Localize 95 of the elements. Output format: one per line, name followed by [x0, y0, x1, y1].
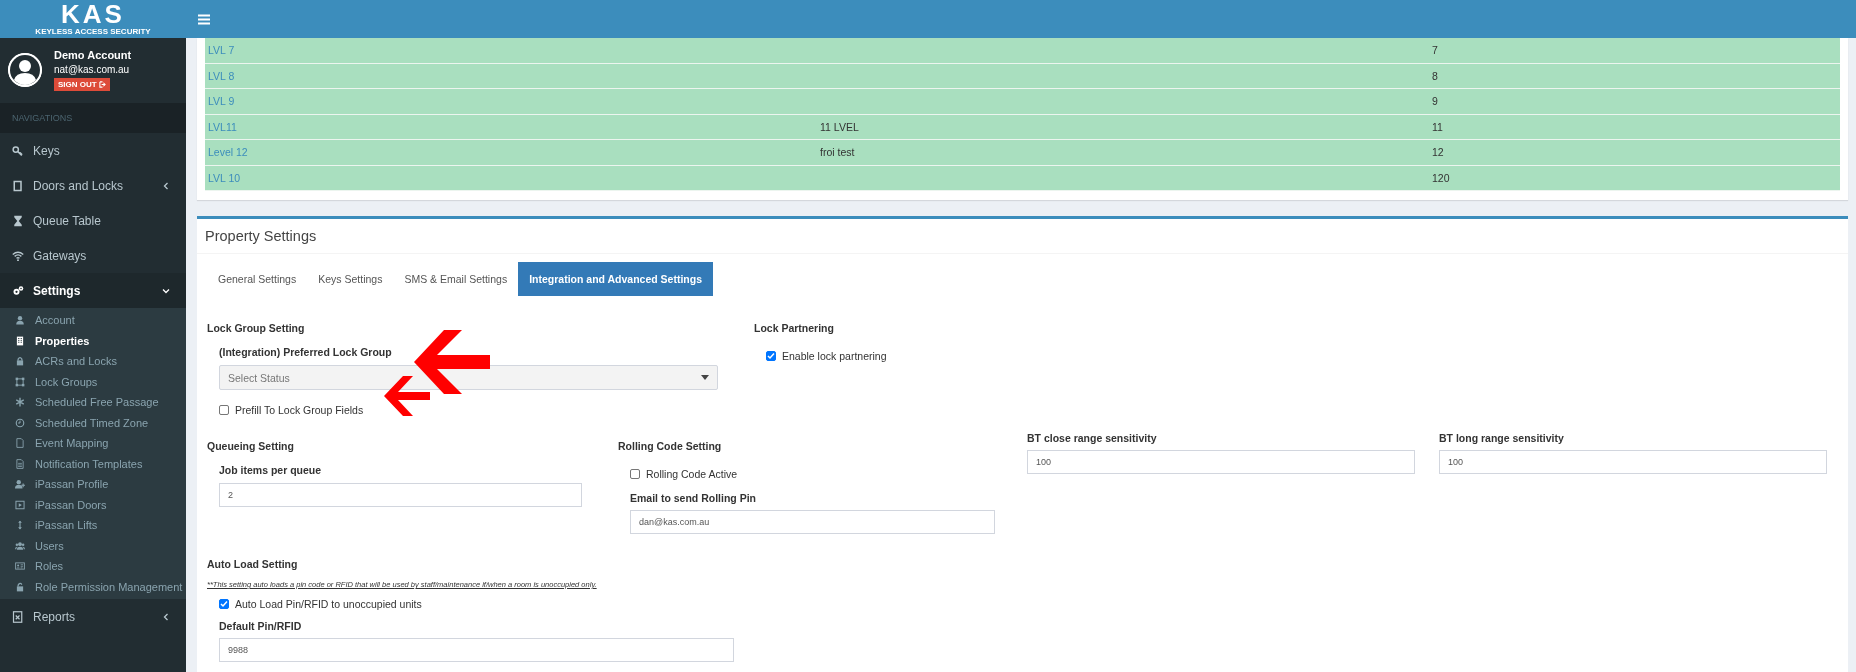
- checkbox-label: Auto Load Pin/RFID to unoccupied units: [235, 598, 422, 610]
- checkbox[interactable]: [219, 405, 229, 415]
- checkbox[interactable]: [630, 469, 640, 479]
- table-link[interactable]: LVL 8: [205, 69, 817, 82]
- asterisk-icon: [15, 397, 25, 408]
- tab[interactable]: SMS & Email Settings: [393, 262, 519, 296]
- caret-icon: [162, 286, 170, 295]
- door-icon: [12, 179, 24, 192]
- clock-icon: [15, 417, 25, 428]
- sidebar-item[interactable]: Keys: [0, 133, 186, 168]
- input-field[interactable]: 9988: [219, 638, 734, 662]
- table-cell-text: 7: [1431, 44, 1439, 57]
- wifi-icon: [12, 249, 24, 262]
- gears-icon: [12, 284, 24, 297]
- sidebar-subitem[interactable]: iPassan Lifts: [0, 515, 186, 536]
- field-label: Job items per queue: [219, 464, 323, 476]
- caret-icon: [162, 181, 170, 190]
- menu-icon[interactable]: [198, 13, 210, 25]
- checkbox[interactable]: [766, 351, 776, 361]
- file-text-icon: [15, 458, 25, 469]
- table-cell-text: 9: [1431, 95, 1439, 108]
- sidebar-subitem[interactable]: Lock Groups: [0, 371, 186, 392]
- table-link[interactable]: LVL 9: [205, 95, 817, 108]
- field-label: BT close range sensitivity: [1027, 432, 1158, 444]
- sidebar-subitem[interactable]: Event Mapping: [0, 433, 186, 454]
- table-cell-text: 8: [1431, 69, 1439, 82]
- sign-out-icon: [98, 81, 106, 88]
- card-icon: [15, 561, 25, 572]
- table-link[interactable]: LVL 10: [205, 171, 817, 184]
- select-field[interactable]: Select Status: [219, 365, 718, 390]
- sidebar-item[interactable]: Gateways: [0, 238, 186, 273]
- section-heading: Queueing Setting: [207, 440, 295, 452]
- tab[interactable]: Integration and Advanced Settings: [518, 262, 713, 296]
- play-icon: [15, 499, 25, 510]
- user-plus-icon: [15, 479, 25, 490]
- input-field[interactable]: 2: [219, 483, 582, 507]
- users-icon: [15, 540, 25, 551]
- sidebar-subitem[interactable]: Role Permission Management: [0, 576, 186, 597]
- input-field[interactable]: dan@kas.com.au: [630, 510, 995, 534]
- sidebar-subitem[interactable]: Users: [0, 535, 186, 556]
- updown-icon: [15, 520, 25, 531]
- input-field[interactable]: 100: [1027, 450, 1415, 474]
- field-label: Email to send Rolling Pin: [630, 492, 757, 504]
- sidebar-subitem[interactable]: Properties: [0, 330, 186, 351]
- unlock-icon: [15, 581, 25, 592]
- table-link[interactable]: LVL11: [205, 120, 817, 133]
- sidebar-subitem[interactable]: Scheduled Timed Zone: [0, 412, 186, 433]
- table-cell-text: froi test: [819, 146, 856, 159]
- checkbox-label: Rolling Code Active: [646, 468, 738, 480]
- field-label: Default Pin/RFID: [219, 620, 303, 632]
- tab[interactable]: General Settings: [207, 262, 308, 296]
- section-heading: Lock Partnering: [754, 322, 835, 334]
- section-heading: Lock Group Setting: [207, 322, 306, 334]
- sidebar-subitem[interactable]: Notification Templates: [0, 453, 186, 474]
- key-icon: [12, 144, 24, 157]
- sign-out-button[interactable]: SIGN OUT: [54, 78, 110, 91]
- sidebar-subitem[interactable]: Scheduled Free Passage: [0, 392, 186, 413]
- card-title: Property Settings: [197, 219, 1848, 254]
- sidebar-item[interactable]: Settings: [0, 273, 186, 308]
- section-heading: Rolling Code Setting: [618, 440, 723, 452]
- avatar-icon: [8, 53, 42, 87]
- sidebar-item[interactable]: Doors and Locks: [0, 168, 186, 203]
- sidebar-subitem[interactable]: ACRs and Locks: [0, 351, 186, 372]
- caret-icon: [701, 375, 709, 380]
- table-link[interactable]: Level 12: [205, 146, 817, 159]
- table-cell-text: 11 LVEL: [819, 120, 860, 133]
- building-icon: [15, 335, 25, 346]
- table-cell-text: 11: [1431, 120, 1444, 133]
- input-field[interactable]: 100: [1439, 450, 1827, 474]
- hourglass-icon: [12, 214, 24, 227]
- tab[interactable]: Keys Settings: [307, 262, 394, 296]
- group-icon: [15, 376, 25, 387]
- sidebar-subitem[interactable]: iPassan Profile: [0, 474, 186, 495]
- checkbox[interactable]: [219, 599, 229, 609]
- table-cell-text: 120: [1431, 171, 1451, 184]
- file-icon: [15, 438, 25, 449]
- checkbox-label: Prefill To Lock Group Fields: [235, 404, 364, 416]
- table-link[interactable]: LVL 7: [205, 44, 817, 57]
- field-label: (Integration) Preferred Lock Group: [219, 346, 393, 358]
- nav-header: NAVIGATIONS: [0, 103, 186, 133]
- sidebar-item[interactable]: Queue Table: [0, 203, 186, 238]
- user-email: nat@kas.com.au: [54, 64, 131, 75]
- logo[interactable]: KAS KEYLESS ACCESS SECURITY: [0, 0, 186, 38]
- lock-icon: [15, 356, 25, 367]
- table-cell-text: 12: [1431, 146, 1445, 159]
- caret-icon: [162, 612, 170, 621]
- user-icon: [15, 315, 25, 326]
- field-label: BT long range sensitivity: [1439, 432, 1565, 444]
- user-name: Demo Account: [54, 49, 132, 61]
- section-heading: Auto Load Setting: [207, 558, 299, 570]
- sidebar-subitem[interactable]: Roles: [0, 556, 186, 577]
- sidebar-subitem[interactable]: iPassan Doors: [0, 494, 186, 515]
- checkbox-label: Enable lock partnering: [782, 350, 887, 362]
- sidebar-subitem[interactable]: Account: [0, 310, 186, 331]
- sidebar-item[interactable]: Reports: [0, 599, 186, 634]
